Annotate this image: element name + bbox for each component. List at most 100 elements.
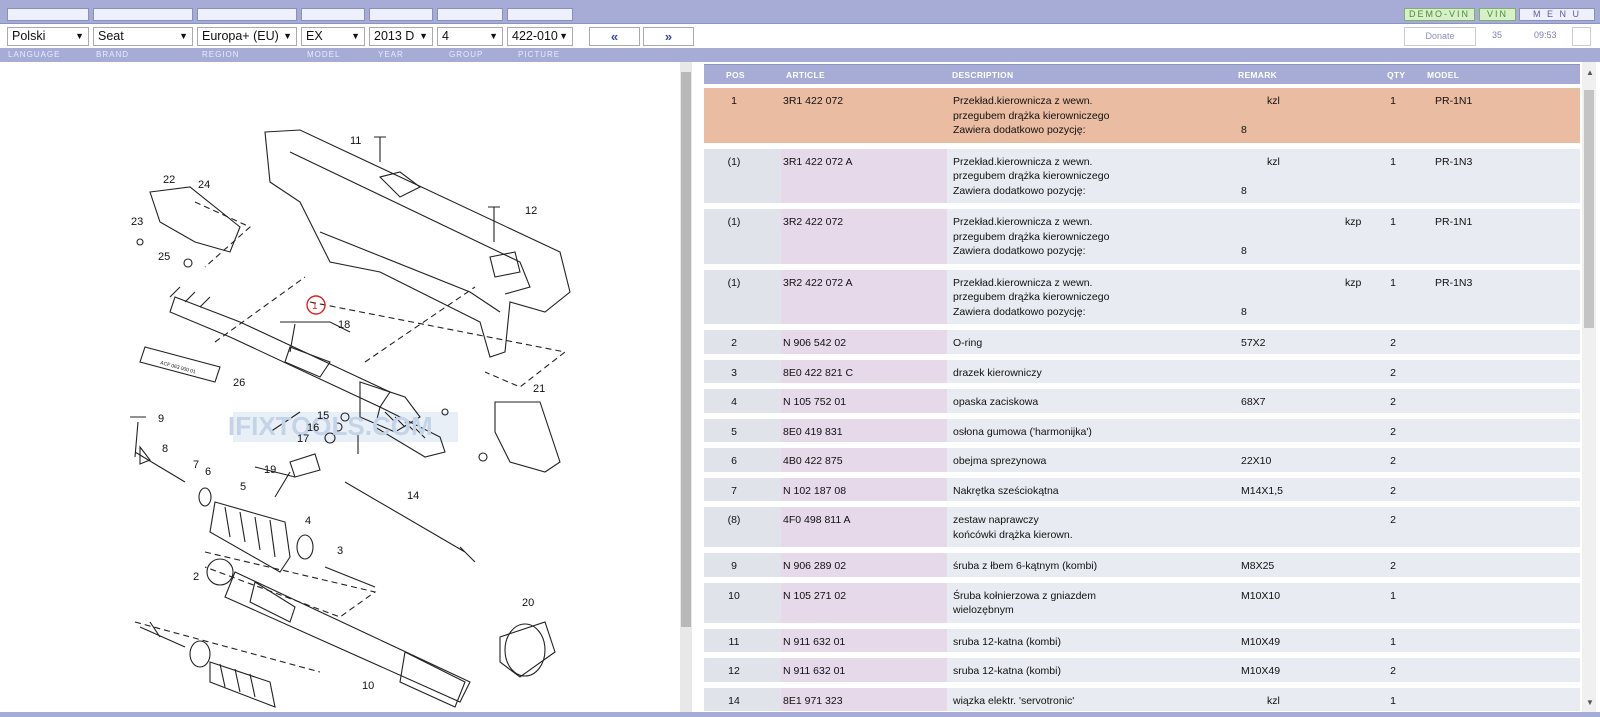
pos-cell: 2 bbox=[731, 337, 737, 349]
diagram-scrollbar[interactable] bbox=[680, 62, 692, 712]
article-cell[interactable]: 3R1 422 072 bbox=[783, 94, 843, 109]
article-cell[interactable]: 4B0 422 875 bbox=[783, 454, 843, 469]
article-cell[interactable]: 8E1 971 323 bbox=[783, 694, 843, 709]
table-row[interactable]: 2 N 906 542 02 O-ring 57X2 2 bbox=[704, 330, 1580, 357]
table-row[interactable]: 6 4B0 422 875 obejma sprezynowa 22X10 2 bbox=[704, 448, 1580, 475]
qty-cell: 2 bbox=[1390, 560, 1396, 572]
description-cell: przegubem drążka kierowniczego bbox=[953, 291, 1110, 303]
qty-cell: 2 bbox=[1390, 484, 1396, 497]
article-cell[interactable]: 8E0 422 821 C bbox=[783, 366, 853, 381]
picture-label: PICTURE bbox=[518, 50, 561, 59]
callout-17: 17 bbox=[297, 433, 309, 445]
region-select[interactable]: Europa+ (EU) ▼ bbox=[197, 27, 297, 46]
callout-23: 23 bbox=[131, 216, 143, 228]
table-row[interactable]: 12 N 911 632 01 sruba 12-katna (kombi) M10X… bbox=[704, 658, 1580, 685]
table-row[interactable]: 11 N 911 632 01 sruba 12-katna (kombi) M10X… bbox=[704, 628, 1580, 655]
toolbar-tab-language[interactable] bbox=[7, 8, 89, 21]
callout-14: 14 bbox=[407, 490, 419, 502]
col-model-header[interactable]: MODEL bbox=[1427, 70, 1459, 80]
table-row[interactable]: 3 8E0 422 821 C drazek kierowniczy 2 bbox=[704, 359, 1580, 386]
table-row[interactable]: (1) 3R1 422 072 A Przekład.kierownicza z w… bbox=[704, 148, 1580, 206]
picture-select[interactable]: 422-010 ▼ bbox=[507, 27, 573, 46]
next-picture-button[interactable]: » bbox=[643, 27, 694, 46]
description-cell: Nakrętka sześciokątna bbox=[953, 484, 1059, 497]
remark-cell: kzl bbox=[1267, 694, 1280, 707]
table-scrollbar-thumb[interactable] bbox=[1584, 90, 1594, 328]
table-row[interactable]: 7 N 102 187 08 Nakrętka sześciokątna M14X1,… bbox=[704, 477, 1580, 504]
col-pos-header[interactable]: POS bbox=[726, 70, 745, 80]
article-cell[interactable]: N 906 289 02 bbox=[783, 559, 846, 574]
article-cell[interactable]: N 911 632 01 bbox=[783, 664, 845, 679]
table-row[interactable]: 9 N 906 289 02 śruba z łbem 6-kątnym (komb… bbox=[704, 553, 1580, 580]
description-cell: przegubem drążka kierowniczego bbox=[953, 170, 1110, 182]
brand-select[interactable]: Seat ▼ bbox=[93, 27, 193, 46]
group-select[interactable]: 4 ▼ bbox=[437, 27, 503, 46]
pos-cell: (1) bbox=[727, 276, 741, 289]
donate-button[interactable]: Donate bbox=[1404, 27, 1476, 46]
table-row[interactable]: 14 8E1 971 323 wiązka elektr. 'servotronic… bbox=[704, 687, 1580, 712]
col-description-header[interactable]: DESCRIPTION bbox=[952, 70, 1013, 80]
col-article-header[interactable]: ARTICLE bbox=[786, 70, 825, 80]
description-cell: wiązka elektr. 'servotronic' bbox=[953, 694, 1075, 707]
chevron-down-icon: ▼ bbox=[559, 31, 568, 41]
toolbar-tab-year[interactable] bbox=[369, 8, 433, 21]
callout-7: 7 bbox=[193, 459, 199, 471]
article-cell[interactable]: N 102 187 08 bbox=[783, 484, 846, 499]
toolbar-tab-brand[interactable] bbox=[93, 8, 193, 21]
col-qty-header[interactable]: QTY bbox=[1387, 70, 1405, 80]
remark-cell: M14X1,5 bbox=[1241, 484, 1284, 497]
selector-row: Polski ▼ Seat ▼ Europa+ (EU) ▼ EX ▼ 2013… bbox=[0, 24, 1600, 48]
selector-labels: LANGUAGE BRAND REGION MODEL YEAR GROUP P… bbox=[0, 48, 1600, 62]
diagram-scrollbar-thumb[interactable] bbox=[681, 72, 691, 627]
parts-table: POS ARTICLE DESCRIPTION REMARK QTY MODEL… bbox=[704, 64, 1580, 712]
article-cell[interactable]: N 105 271 02 bbox=[783, 589, 846, 604]
remark-cell: kzp bbox=[1345, 276, 1362, 289]
table-row[interactable]: (8) 4F0 498 811 A zestaw naprawczy końcówki… bbox=[704, 507, 1580, 550]
table-row[interactable]: (1) 3R2 422 072 Przekład.kierownicza z wew… bbox=[704, 209, 1580, 267]
description-cell: Zawiera dodatkowo pozycję: bbox=[953, 245, 1086, 257]
article-cell[interactable]: 3R2 422 072 bbox=[783, 215, 843, 230]
pos-cell: 14 bbox=[728, 694, 740, 707]
col-remark-header[interactable]: REMARK bbox=[1238, 70, 1277, 80]
qty-cell: 2 bbox=[1390, 514, 1396, 526]
toolbar-tab-region[interactable] bbox=[197, 8, 297, 21]
table-row[interactable]: 1 3R1 422 072 Przekład.kierownicza z wewn.… bbox=[704, 88, 1580, 146]
table-row[interactable]: 10 N 105 271 02 Śruba kołnierzowa z gniazd… bbox=[704, 582, 1580, 626]
callout-2: 2 bbox=[193, 571, 199, 583]
callout-4: 4 bbox=[305, 515, 311, 527]
article-cell[interactable]: 3R1 422 072 A bbox=[783, 155, 852, 170]
year-label: YEAR bbox=[378, 50, 404, 59]
menu-button[interactable]: M E N U bbox=[1519, 8, 1595, 21]
article-cell[interactable]: 4F0 498 811 A bbox=[783, 513, 851, 528]
qty-cell: 1 bbox=[1390, 589, 1396, 602]
vin-button[interactable]: VIN bbox=[1479, 8, 1516, 21]
year-select[interactable]: 2013 D ▼ bbox=[369, 27, 433, 46]
chevron-down-icon: ▼ bbox=[419, 31, 428, 41]
callout-6: 6 bbox=[205, 466, 211, 478]
toolbar-tab-group[interactable] bbox=[437, 8, 503, 21]
toolbar-tab-picture[interactable] bbox=[507, 8, 573, 21]
callout-5: 5 bbox=[240, 481, 246, 493]
table-row[interactable]: (1) 3R2 422 072 A Przekład.kierownicza z w… bbox=[704, 269, 1580, 327]
article-cell[interactable]: N 906 542 02 bbox=[783, 336, 846, 351]
extra-button[interactable] bbox=[1572, 27, 1591, 46]
language-select[interactable]: Polski ▼ bbox=[7, 27, 89, 46]
article-cell[interactable]: 8E0 419 831 bbox=[783, 425, 843, 440]
table-scrollbar[interactable]: ▲ ▼ bbox=[1582, 62, 1596, 712]
scroll-up-icon[interactable]: ▲ bbox=[1586, 68, 1594, 77]
article-cell[interactable]: N 105 752 01 bbox=[783, 395, 846, 410]
article-cell[interactable]: 3R2 422 072 A bbox=[783, 276, 852, 291]
article-cell[interactable]: N 911 632 01 bbox=[783, 635, 845, 650]
model-select[interactable]: EX ▼ bbox=[301, 27, 365, 46]
description-cell: Przekład.kierownicza z wewn. bbox=[953, 155, 1093, 168]
parts-diagram[interactable]: IFIXTOOLS.COM 1 2 3 4 5 6 7 8 9 10 11 12… bbox=[0, 62, 680, 712]
demo-vin-button[interactable]: DEMO-VIN bbox=[1404, 8, 1475, 21]
toolbar-tab-model[interactable] bbox=[301, 8, 365, 21]
table-row[interactable]: 5 8E0 419 831 osłona gumowa ('harmonijka')… bbox=[704, 418, 1580, 445]
steering-rack-exploded-view: IFIXTOOLS.COM 1 2 3 4 5 6 7 8 9 10 11 12… bbox=[130, 129, 571, 708]
scroll-down-icon[interactable]: ▼ bbox=[1586, 698, 1594, 707]
pos-cell: 12 bbox=[728, 665, 740, 677]
pos-cell: (1) bbox=[727, 216, 741, 228]
table-row[interactable]: 4 N 105 752 01 opaska zaciskowa 68X7 2 bbox=[704, 389, 1580, 416]
previous-picture-button[interactable]: « bbox=[589, 27, 640, 46]
